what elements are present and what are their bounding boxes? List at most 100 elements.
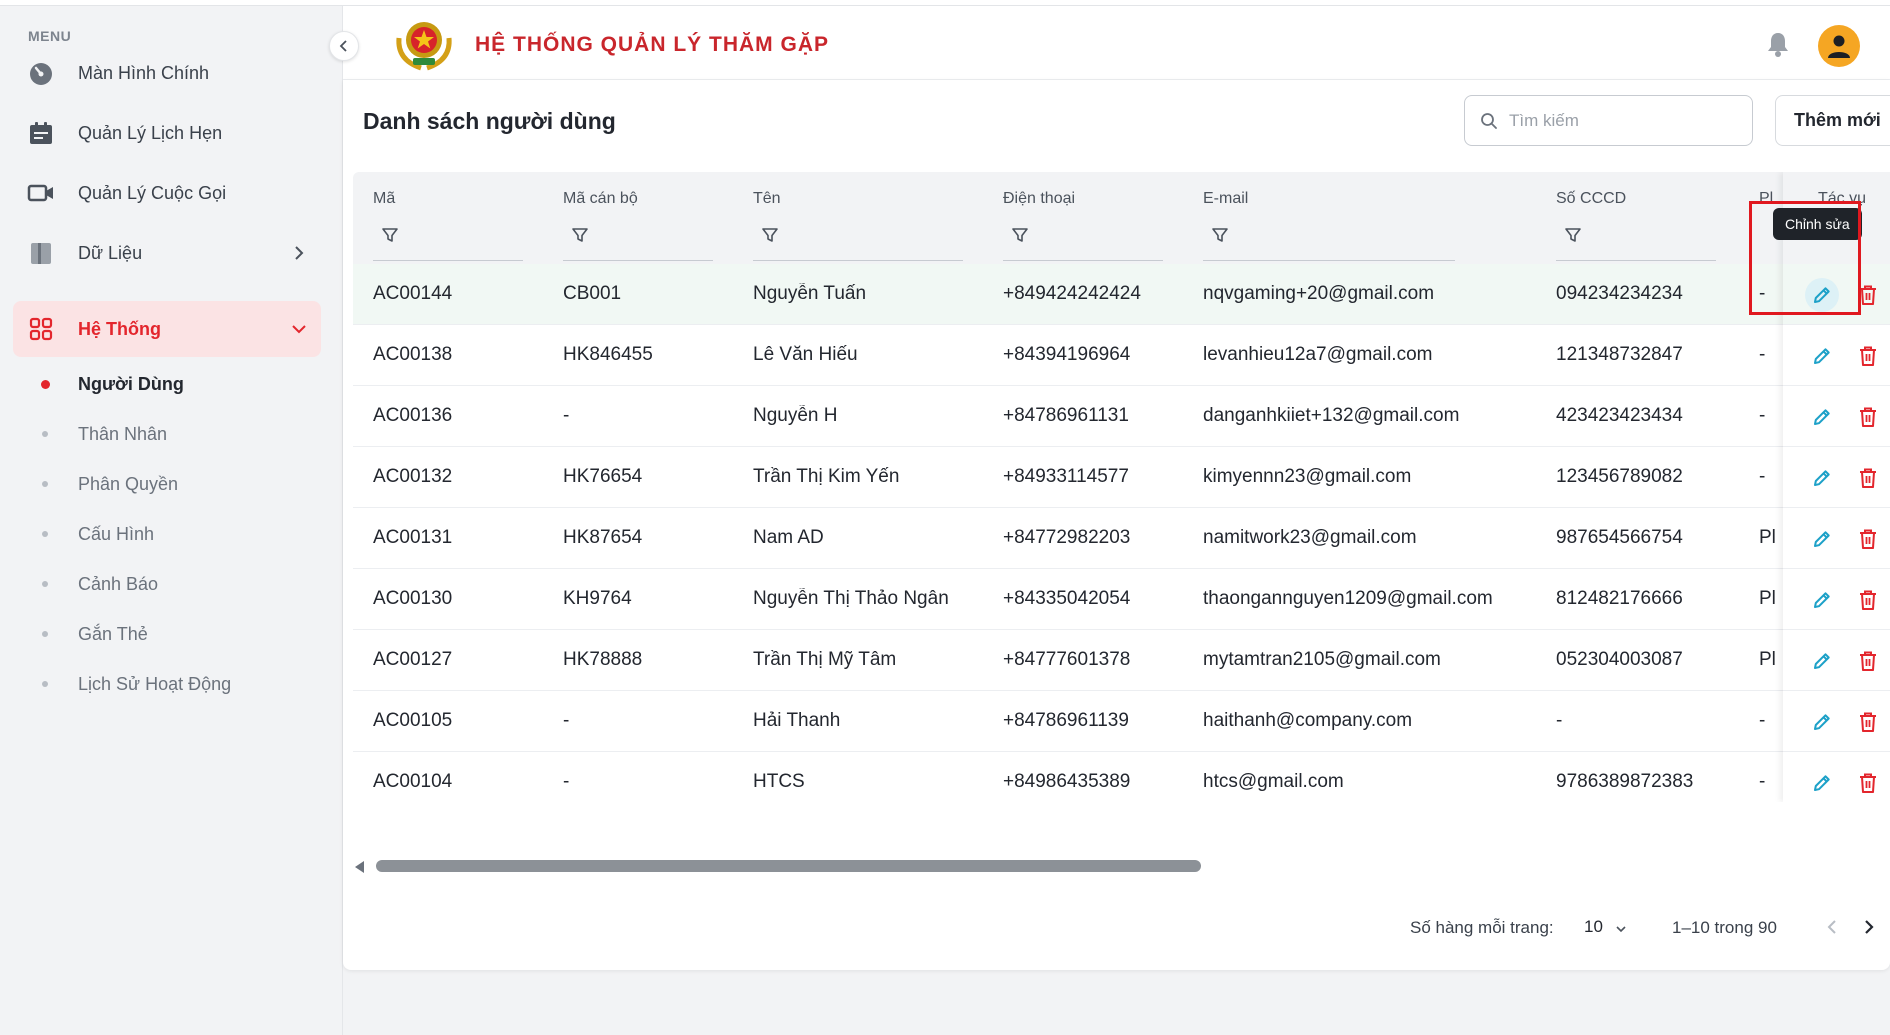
sidebar-item-data[interactable]: Dữ Liệu [13, 225, 321, 281]
main-content: Danh sách người dùng Thêm mới Mã Mã cán … [343, 80, 1890, 970]
edit-button[interactable] [1805, 644, 1839, 678]
edit-button[interactable] [1805, 461, 1839, 495]
collapse-sidebar-button[interactable] [329, 31, 359, 61]
cell-email: kimyennn23@gmail.com [1203, 466, 1412, 487]
table-row[interactable]: AC00138 HK846455 Lê Văn Hiếu +84394196964 le… [353, 325, 1890, 386]
edit-button[interactable] [1805, 583, 1839, 617]
cell-email: danganhkiiet+132@gmail.com [1203, 405, 1460, 426]
sidebar-item-calls[interactable]: Quản Lý Cuộc Gọi [13, 165, 321, 221]
cell-truncated: - [1759, 710, 1766, 731]
trash-icon [1860, 651, 1876, 671]
edit-button[interactable] [1805, 400, 1839, 434]
delete-button[interactable] [1851, 705, 1885, 739]
cell-truncated: Pl [1759, 649, 1776, 670]
search-input[interactable] [1509, 106, 1739, 136]
cell-id-number: 812482176666 [1556, 588, 1683, 609]
sidebar-subitem-permissions[interactable]: Phân Quyền [13, 464, 321, 504]
cell-staff-code: HK76654 [563, 466, 643, 487]
filter-icon[interactable] [761, 226, 779, 244]
pencil-icon [1814, 409, 1830, 425]
cell-name: HTCS [753, 771, 805, 792]
column-label: Điện thoại [1003, 190, 1076, 207]
sidebar-subitem-users[interactable]: Người Dùng [13, 364, 321, 404]
delete-button[interactable] [1851, 644, 1885, 678]
user-list-card: Danh sách người dùng Thêm mới Mã Mã cán … [343, 80, 1890, 970]
table-row[interactable]: AC00136 - Nguyễn H +84786961131 danganhkiiet… [353, 386, 1890, 447]
previous-page-button[interactable] [1818, 912, 1846, 942]
filter-icon[interactable] [571, 226, 589, 244]
search-box[interactable] [1464, 95, 1753, 146]
table-row[interactable]: AC00127 HK78888 Trần Thị Mỹ Tâm +8477760137… [353, 630, 1890, 691]
delete-button[interactable] [1851, 461, 1885, 495]
sidebar-subitem-label: Gắn Thẻ [78, 623, 148, 644]
pencil-icon [1814, 714, 1830, 730]
column-label: Tên [753, 190, 781, 207]
pencil-icon [1814, 775, 1830, 791]
delete-button[interactable] [1851, 583, 1885, 617]
sidebar-item-dashboard[interactable]: Màn Hình Chính [13, 45, 321, 101]
add-new-button[interactable]: Thêm mới [1775, 95, 1890, 146]
sidebar-item-label: Dữ Liệu [78, 242, 143, 263]
delete-button[interactable] [1851, 766, 1885, 800]
cell-name: Nguyễn H [753, 405, 838, 426]
edit-button[interactable] [1805, 705, 1839, 739]
delete-button[interactable] [1851, 400, 1885, 434]
filter-icon[interactable] [381, 226, 399, 244]
cell-code: AC00127 [373, 649, 453, 670]
sidebar-subitem-config[interactable]: Cấu Hình [13, 514, 321, 554]
next-page-button[interactable] [1855, 912, 1883, 942]
sidebar-subitem-label: Cảnh Báo [78, 573, 159, 594]
cell-email: htcs@gmail.com [1203, 771, 1344, 792]
users-table: Mã Mã cán bộ Tên Điện thoại E-mail Số CC… [353, 172, 1890, 802]
cell-code: AC00136 [373, 405, 453, 426]
table-row[interactable]: AC00105 - Hải Thanh +84786961139 haithanh@co… [353, 691, 1890, 752]
scroll-left-arrow-icon[interactable] [355, 861, 364, 873]
filter-underline [563, 260, 713, 261]
table-row[interactable]: AC00104 - HTCS +84986435389 htcs@gmail.com 97… [353, 752, 1890, 802]
sidebar-subitem-tags[interactable]: Gắn Thẻ [13, 614, 321, 654]
cell-staff-code: - [563, 710, 570, 731]
sidebar-subitem-label: Thân Nhân [78, 423, 168, 444]
pencil-icon [1814, 653, 1830, 669]
table-header: Mã Mã cán bộ Tên Điện thoại E-mail Số CC… [353, 172, 1890, 264]
edit-button[interactable] [1805, 522, 1839, 556]
delete-button[interactable] [1851, 339, 1885, 373]
chevron-down-icon [289, 319, 309, 339]
trash-icon [1860, 590, 1876, 610]
top-header: HỆ THỐNG QUẢN LÝ THĂM GẶP [343, 6, 1890, 80]
trash-icon [1860, 346, 1876, 366]
bullet-dot-icon [42, 431, 48, 437]
user-avatar[interactable] [1818, 25, 1860, 67]
scrollbar-thumb[interactable] [376, 860, 1201, 872]
cell-id-number: 423423423434 [1556, 405, 1683, 426]
table-row[interactable]: AC00131 HK87654 Nam AD +84772982203 namitwor… [353, 508, 1890, 569]
rows-per-page-label: Số hàng mỗi trang: [1410, 918, 1554, 937]
horizontal-scrollbar[interactable] [353, 859, 1890, 875]
chevron-right-icon [289, 243, 309, 263]
notification-bell-icon[interactable] [1764, 30, 1792, 58]
sidebar-subitem-activity-log[interactable]: Lịch Sử Hoạt Động [13, 664, 321, 704]
trash-icon [1860, 285, 1876, 305]
table-row[interactable]: AC00130 KH9764 Nguyễn Thị Thảo Ngân +843350… [353, 569, 1890, 630]
cell-staff-code: HK78888 [563, 649, 643, 670]
pencil-icon [1814, 531, 1830, 547]
filter-icon[interactable] [1011, 226, 1029, 244]
sidebar-subitem-relatives[interactable]: Thân Nhân [13, 414, 321, 454]
delete-button[interactable] [1851, 522, 1885, 556]
sidebar-subitem-alerts[interactable]: Cảnh Báo [13, 564, 321, 604]
edit-button[interactable] [1805, 766, 1839, 800]
sidebar-subitem-label: Lịch Sử Hoạt Động [78, 673, 232, 694]
edit-button[interactable] [1805, 339, 1839, 373]
filter-icon[interactable] [1564, 226, 1582, 244]
cell-name: Nguyễn Tuấn [753, 283, 867, 304]
filter-underline [1003, 260, 1163, 261]
column-label: Số CCCD [1556, 190, 1627, 207]
table-row[interactable]: AC00132 HK76654 Trần Thị Kim Yến +849331145… [353, 447, 1890, 508]
filter-icon[interactable] [1211, 226, 1229, 244]
rows-per-page-select[interactable]: 10 [1584, 912, 1638, 942]
sidebar-item-appointments[interactable]: Quản Lý Lịch Hẹn [13, 105, 321, 161]
table-row[interactable]: AC00144 CB001 Nguyễn Tuấn +849424242424 nqvg… [353, 264, 1890, 325]
sidebar-item-system[interactable]: Hệ Thống [13, 301, 321, 357]
column-label: E-mail [1203, 190, 1249, 207]
pencil-icon [1814, 470, 1830, 486]
